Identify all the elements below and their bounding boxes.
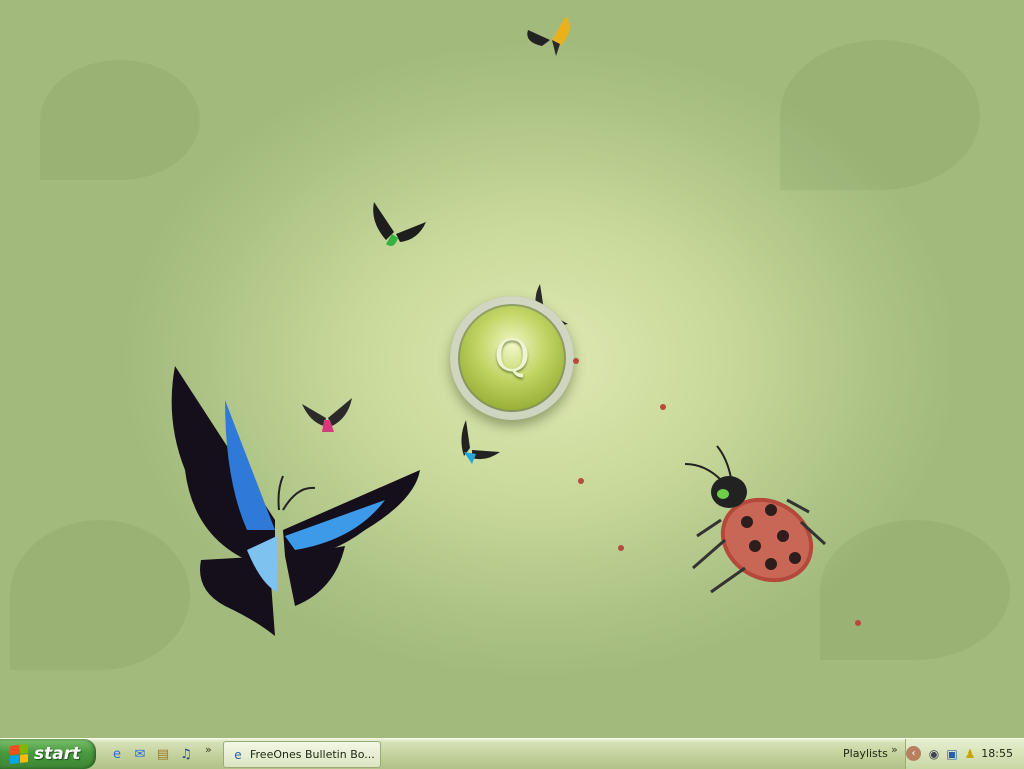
desktop-wallpaper: Q [0,0,1024,738]
q-logo-button: Q [450,296,574,420]
q-logo-letter: Q [493,330,531,382]
display-icon[interactable]: ▣ [944,746,960,762]
ladybug-dot [573,358,579,364]
system-tray: ‹ ◉ ▣ ♟ 18:55 [905,739,1024,769]
ladybug-dot [855,620,861,626]
leaf-decoration [780,40,980,190]
butterfly-icon [373,202,426,246]
butterfly-icon [461,420,500,464]
toolbar-overflow-chevron[interactable]: » [891,743,898,756]
messenger-icon[interactable]: ✉ [131,745,149,763]
expand-tray-icon[interactable]: ‹ [906,746,921,761]
ladybug-dot [578,478,584,484]
clock[interactable]: 18:55 [981,747,1013,760]
start-button[interactable]: start [0,739,96,769]
butterfly-icon [171,366,420,636]
butterfly-icon [527,16,570,56]
playlists-toolbar[interactable]: Playlists [843,747,888,760]
windows-logo-icon [10,744,28,764]
start-label: start [34,744,81,764]
network-icon[interactable]: ◉ [926,746,942,762]
ladybug-dot [618,545,624,551]
leaf-decoration [40,60,200,180]
messenger-status-icon[interactable]: ♟ [962,746,978,762]
task-label: FreeOnes Bulletin Bo... [250,748,375,761]
ladybug-icon [684,445,827,594]
leaf-decoration [10,520,190,670]
internet-explorer-icon[interactable]: e [108,745,126,763]
quick-launch-overflow-chevron[interactable]: » [205,743,212,756]
taskbar-window-button[interactable]: e FreeOnes Bulletin Bo... [223,741,381,768]
taskbar: start e ✉ ▤ ♫ » e FreeOnes Bulletin Bo..… [0,738,1024,769]
media-icon[interactable]: ♫ [177,745,195,763]
folder-icon[interactable]: ▤ [154,745,172,763]
internet-explorer-icon: e [234,747,242,762]
leaf-decoration [820,520,1010,660]
ladybug-dot [660,404,666,410]
